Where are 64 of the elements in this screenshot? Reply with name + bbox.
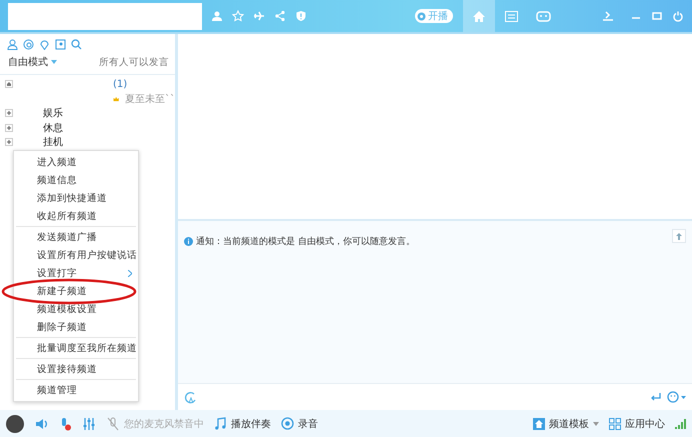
- arrow-up-icon: [676, 232, 682, 240]
- menu-item[interactable]: 频道信息: [14, 171, 138, 189]
- menu-item[interactable]: 发送频道广播: [14, 228, 138, 246]
- info-icon: [184, 237, 193, 246]
- download-icon[interactable]: [602, 10, 614, 22]
- channel-count: (1): [113, 78, 128, 90]
- template-dropdown[interactable]: 频道模板: [533, 416, 599, 430]
- user-icon[interactable]: [211, 10, 223, 22]
- expand-icon[interactable]: [5, 138, 13, 146]
- camera-icon: [417, 12, 426, 20]
- plane-icon[interactable]: [253, 10, 265, 22]
- scroll-top-button[interactable]: [672, 229, 686, 243]
- mic-off-icon: [106, 416, 120, 430]
- emoji-icon[interactable]: [667, 391, 686, 403]
- home-icon: [533, 418, 545, 430]
- star-icon[interactable]: [232, 10, 244, 22]
- caret-icon: [51, 60, 57, 64]
- search-field[interactable]: [8, 2, 202, 30]
- record-button[interactable]: 录音: [281, 416, 318, 430]
- record-icon: [281, 417, 294, 430]
- contact-card-icon[interactable]: [55, 39, 66, 50]
- font-icon[interactable]: [184, 390, 197, 404]
- shield-icon[interactable]: [295, 10, 307, 22]
- mode-dropdown[interactable]: 自由模式: [8, 55, 57, 69]
- grid-icon: [609, 418, 621, 430]
- menu-item[interactable]: 设置所有用户按键说话: [14, 246, 138, 264]
- home-icon: [5, 80, 13, 88]
- search-icon[interactable]: [71, 39, 82, 50]
- channel-name[interactable]: 挂机: [43, 135, 63, 150]
- equalizer-icon[interactable]: [82, 416, 96, 430]
- menu-item[interactable]: 设置接待频道: [14, 360, 138, 378]
- music-note-icon: [214, 417, 227, 430]
- caret-icon: [593, 422, 599, 426]
- app-center-button[interactable]: 应用中心: [609, 416, 665, 430]
- location-icon[interactable]: [39, 39, 50, 50]
- power-icon[interactable]: [672, 10, 684, 22]
- expand-icon[interactable]: [5, 109, 13, 118]
- speaker-icon[interactable]: [34, 416, 48, 430]
- share-icon[interactable]: [274, 10, 286, 22]
- menu-item[interactable]: 频道管理: [14, 381, 138, 399]
- list-icon: [504, 10, 518, 22]
- channel-name[interactable]: 休息: [43, 120, 63, 135]
- expand-icon[interactable]: [5, 124, 13, 132]
- chevron-right-icon: [128, 270, 132, 276]
- gamepad-icon: [536, 10, 550, 22]
- menu-item[interactable]: 频道模板设置: [14, 300, 138, 318]
- signal-icon: [675, 418, 686, 428]
- menu-item[interactable]: 批量调度至我所在频道: [14, 339, 138, 357]
- chat-icon[interactable]: [23, 39, 34, 50]
- menu-item[interactable]: 进入频道: [14, 153, 138, 171]
- menu-item[interactable]: 删除子频道: [14, 318, 138, 336]
- user-icon[interactable]: [7, 39, 18, 50]
- nav-tab[interactable]: [463, 0, 495, 32]
- channel-name[interactable]: 娱乐: [43, 106, 63, 120]
- mic-status-text: 您的麦克风禁音中: [124, 418, 204, 430]
- avatar[interactable]: [6, 414, 24, 432]
- menu-item[interactable]: 设置打字: [14, 264, 138, 282]
- home-icon: [472, 10, 486, 22]
- permission-label: 所有人可以发言: [99, 56, 169, 68]
- menu-item[interactable]: 添加到快捷通道: [14, 189, 138, 207]
- enter-icon[interactable]: [650, 392, 661, 402]
- maximize-icon[interactable]: [651, 10, 663, 22]
- menu-item[interactable]: 收起所有频道: [14, 207, 138, 225]
- accompaniment-button[interactable]: 播放伴奏: [214, 416, 271, 430]
